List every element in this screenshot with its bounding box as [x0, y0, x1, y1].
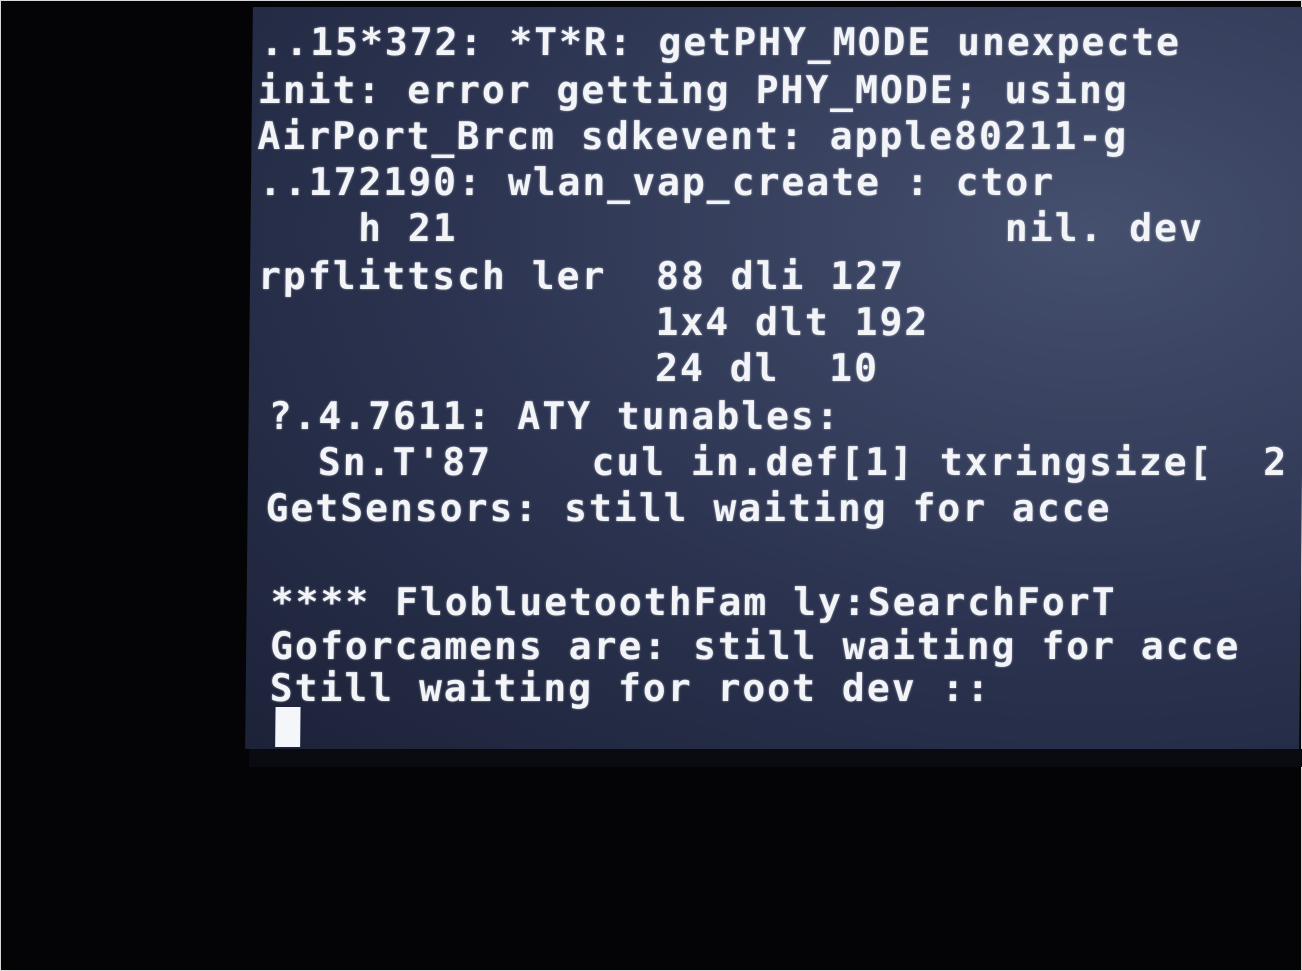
console-line: ..15*372: *T*R: getPHY_MODE unexpecte	[260, 20, 1182, 64]
console-line: 1x4 dlt 192	[257, 300, 930, 344]
console-line: rpflittsch ler 88 dli 127	[257, 254, 906, 298]
console-line: 24 dl 10	[256, 346, 880, 390]
console-line: AirPort_Brcm sdkevent: apple80211-g	[257, 114, 1129, 158]
monitor-bezel	[249, 749, 1302, 767]
console-line: Sn.T'87 cul in.def[1] txringsize[ 2	[267, 440, 1289, 484]
console-line: ..172190: wlan_vap_create : ctor	[258, 160, 1081, 204]
console-line: Still waiting for root dev ::	[269, 666, 992, 710]
console-line: init: error getting PHY_MODE; using	[257, 68, 1129, 112]
console-screen: ..15*372: *T*R: getPHY_MODE unexpecte in…	[245, 7, 1302, 749]
console-line: **** FlobluetoothFam ly:SearchForT	[270, 580, 1117, 624]
console-line: GetSensors: still waiting for acce	[265, 486, 1112, 530]
console-line: Goforcamens are: still waiting for acce	[269, 624, 1241, 668]
photo-frame: ..15*372: *T*R: getPHY_MODE unexpecte in…	[0, 0, 1302, 971]
text-cursor	[275, 707, 301, 747]
console-line: ?.4.7611: ATY tunables:	[268, 394, 842, 438]
console-line: h 21 nil. dev	[258, 206, 1205, 250]
